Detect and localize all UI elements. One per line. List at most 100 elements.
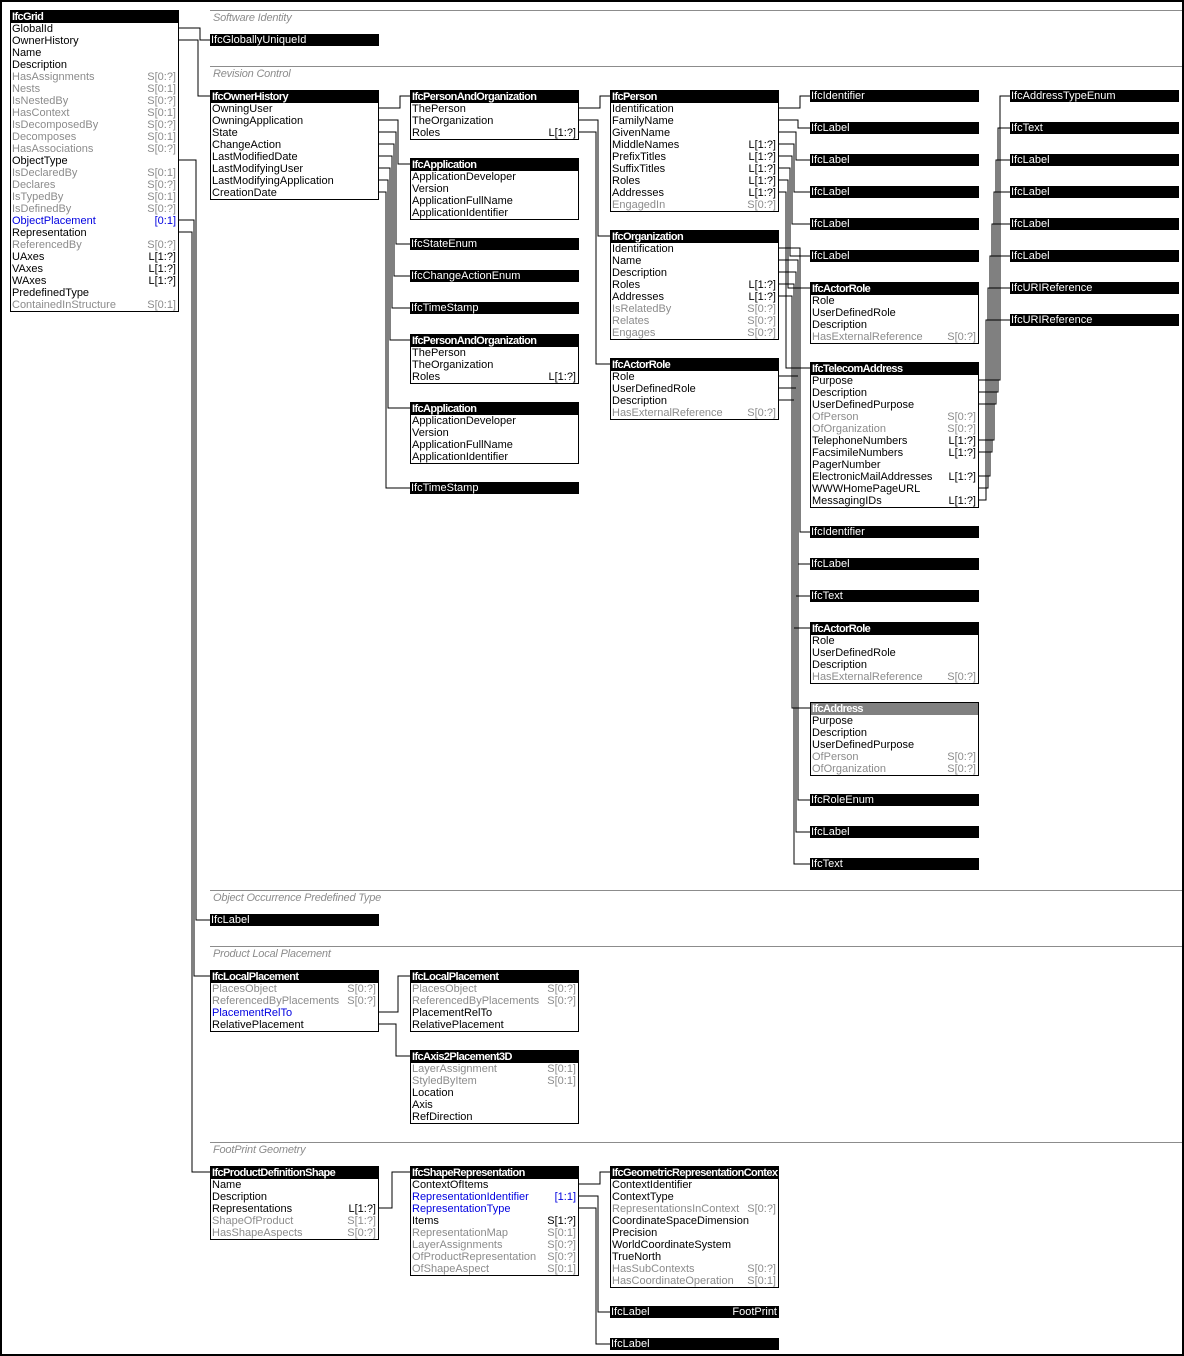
entity-application[interactable]: IfcApplication ApplicationDeveloper Versio… <box>410 158 579 220</box>
attribute-row[interactable]: LastModifyingUser <box>211 163 378 175</box>
attribute-row[interactable]: VAxes L[1:?] <box>11 263 178 275</box>
attribute-row[interactable]: Description <box>611 267 778 279</box>
type-label[interactable]: IfcLabel <box>1010 250 1179 262</box>
attribute-row[interactable]: HasContext S[0:1] <box>11 107 178 119</box>
attribute-row[interactable]: Nests S[0:1] <box>11 83 178 95</box>
attribute-row[interactable]: Precision <box>611 1227 778 1239</box>
type-label[interactable]: IfcLabel <box>810 558 979 570</box>
attribute-row[interactable]: Addresses L[1:?] <box>611 187 778 199</box>
entity-title[interactable]: IfcPersonAndOrganization <box>411 91 578 103</box>
attribute-row[interactable]: ObjectPlacement [0:1] <box>11 215 178 227</box>
type-label[interactable]: IfcLabel <box>210 914 379 926</box>
attribute-row[interactable]: PlacesObject S[0:?] <box>211 983 378 995</box>
entity-title[interactable]: IfcOrganization <box>611 231 778 243</box>
attribute-row[interactable]: IsNestedBy S[0:?] <box>11 95 178 107</box>
attribute-row[interactable]: ThePerson <box>411 347 578 359</box>
attribute-row[interactable]: Identification <box>611 103 778 115</box>
type-label[interactable]: IfcLabel <box>810 826 979 838</box>
attribute-row[interactable]: Decomposes S[0:1] <box>11 131 178 143</box>
attribute-row[interactable]: IsDeclaredBy S[0:1] <box>11 167 178 179</box>
attribute-row[interactable]: Name <box>611 255 778 267</box>
entity-owner-history[interactable]: IfcOwnerHistory OwningUser OwningApplicati… <box>210 90 379 200</box>
attribute-row[interactable]: RefDirection <box>411 1111 578 1123</box>
attribute-row[interactable]: Version <box>411 427 578 439</box>
type-urireference[interactable]: IfcURIReference <box>1010 314 1179 326</box>
entity-application[interactable]: IfcApplication ApplicationDeveloper Versio… <box>410 402 579 464</box>
attribute-row[interactable]: CoordinateSpaceDimension <box>611 1215 778 1227</box>
entity-axis2-placement3-d[interactable]: IfcAxis2Placement3D LayerAssignment S[0:1]… <box>410 1050 579 1124</box>
entity-title[interactable]: IfcGeometricRepresentationContext <box>611 1167 778 1179</box>
attribute-row[interactable]: Name <box>211 1179 378 1191</box>
attribute-row[interactable]: SuffixTitles L[1:?] <box>611 163 778 175</box>
attribute-row[interactable]: ReferencedByPlacements S[0:?] <box>411 995 578 1007</box>
attribute-row[interactable]: LayerAssignment S[0:1] <box>411 1063 578 1075</box>
entity-title[interactable]: IfcLocalPlacement <box>411 971 578 983</box>
entity-person-and-organization[interactable]: IfcPersonAndOrganization ThePerson TheOrga… <box>410 90 579 140</box>
entity-title[interactable]: IfcTelecomAddress <box>811 363 978 375</box>
entity-title[interactable]: IfcGrid <box>11 11 178 23</box>
type-text[interactable]: IfcText <box>810 858 979 870</box>
attribute-row[interactable]: HasCoordinateOperation S[0:1] <box>611 1275 778 1287</box>
attribute-row[interactable]: TheOrganization <box>411 115 578 127</box>
attribute-row[interactable]: RepresentationsInContext S[0:?] <box>611 1203 778 1215</box>
type-globally-unique-id[interactable]: IfcGloballyUniqueId <box>210 34 379 46</box>
attribute-row[interactable]: Description <box>211 1191 378 1203</box>
attribute-row[interactable]: UserDefinedPurpose <box>811 739 978 751</box>
entity-title[interactable]: IfcOwnerHistory <box>211 91 378 103</box>
attribute-row[interactable]: Location <box>411 1087 578 1099</box>
attribute-row[interactable]: PlacementRelTo <box>411 1007 578 1019</box>
entity-person-and-organization[interactable]: IfcPersonAndOrganization ThePerson TheOrga… <box>410 334 579 384</box>
attribute-row[interactable]: HasExternalReference S[0:?] <box>811 331 978 343</box>
attribute-row[interactable]: Roles L[1:?] <box>411 371 578 383</box>
attribute-row[interactable]: Description <box>11 59 178 71</box>
attribute-row[interactable]: HasAssociations S[0:?] <box>11 143 178 155</box>
attribute-row[interactable]: LastModifiedDate <box>211 151 378 163</box>
attribute-row[interactable]: StyledByItem S[0:1] <box>411 1075 578 1087</box>
entity-title[interactable]: IfcPerson <box>611 91 778 103</box>
attribute-row[interactable]: ApplicationIdentifier <box>411 207 578 219</box>
entity-organization[interactable]: IfcOrganization Identification Name Descrip… <box>610 230 779 340</box>
attribute-row[interactable]: ElectronicMailAddresses L[1:?] <box>811 471 978 483</box>
attribute-row[interactable]: EngagedIn S[0:?] <box>611 199 778 211</box>
attribute-row[interactable]: State <box>211 127 378 139</box>
attribute-row[interactable]: RepresentationMap S[0:1] <box>411 1227 578 1239</box>
type-label[interactable]: IfcLabel <box>810 250 979 262</box>
type-label[interactable]: IfcLabel <box>610 1338 779 1350</box>
attribute-row[interactable]: Description <box>811 387 978 399</box>
attribute-row[interactable]: OfOrganization S[0:?] <box>811 763 978 775</box>
attribute-row[interactable]: RelativePlacement <box>411 1019 578 1031</box>
entity-title[interactable]: IfcPersonAndOrganization <box>411 335 578 347</box>
attribute-row[interactable]: ReferencedBy S[0:?] <box>11 239 178 251</box>
attribute-row[interactable]: ApplicationFullName <box>411 195 578 207</box>
entity-shape-representation[interactable]: IfcShapeRepresentation ContextOfItems Repr… <box>410 1166 579 1276</box>
attribute-row[interactable]: FamilyName <box>611 115 778 127</box>
attribute-row[interactable]: ReferencedByPlacements S[0:?] <box>211 995 378 1007</box>
entity-actor-role[interactable]: IfcActorRole Role UserDefinedRole Descripti… <box>810 282 979 344</box>
attribute-row[interactable]: Description <box>811 727 978 739</box>
attribute-row[interactable]: Addresses L[1:?] <box>611 291 778 303</box>
attribute-row[interactable]: OfPerson S[0:?] <box>811 411 978 423</box>
attribute-row[interactable]: RepresentationType <box>411 1203 578 1215</box>
type-label[interactable]: IfcLabel <box>1010 186 1179 198</box>
attribute-row[interactable]: HasShapeAspects S[0:?] <box>211 1227 378 1239</box>
type-label[interactable]: IfcLabel <box>810 186 979 198</box>
attribute-row[interactable]: IsRelatedBy S[0:?] <box>611 303 778 315</box>
type-label[interactable]: IfcLabel <box>1010 218 1179 230</box>
attribute-row[interactable]: ThePerson <box>411 103 578 115</box>
attribute-row[interactable]: ShapeOfProduct S[1:?] <box>211 1215 378 1227</box>
attribute-row[interactable]: Role <box>811 295 978 307</box>
attribute-row[interactable]: UAxes L[1:?] <box>11 251 178 263</box>
entity-geometric-representation-context[interactable]: IfcGeometricRepresentationContext Context… <box>610 1166 779 1288</box>
attribute-row[interactable]: UserDefinedRole <box>611 383 778 395</box>
attribute-row[interactable]: OwningUser <box>211 103 378 115</box>
attribute-row[interactable]: Roles L[1:?] <box>611 175 778 187</box>
attribute-row[interactable]: LastModifyingApplication <box>211 175 378 187</box>
attribute-row[interactable]: Purpose <box>811 715 978 727</box>
attribute-row[interactable]: ContextIdentifier <box>611 1179 778 1191</box>
entity-grid[interactable]: IfcGrid GlobalId OwnerHistory Name Descripti… <box>10 10 179 312</box>
attribute-row[interactable]: IsDefinedBy S[0:?] <box>11 203 178 215</box>
entity-address[interactable]: IfcAddress Purpose Description UserDefinedP… <box>810 702 979 776</box>
attribute-row[interactable]: TheOrganization <box>411 359 578 371</box>
entity-local-placement[interactable]: IfcLocalPlacement PlacesObject S[0:?] Refer… <box>410 970 579 1032</box>
attribute-row[interactable]: ContainedInStructure S[0:1] <box>11 299 178 311</box>
